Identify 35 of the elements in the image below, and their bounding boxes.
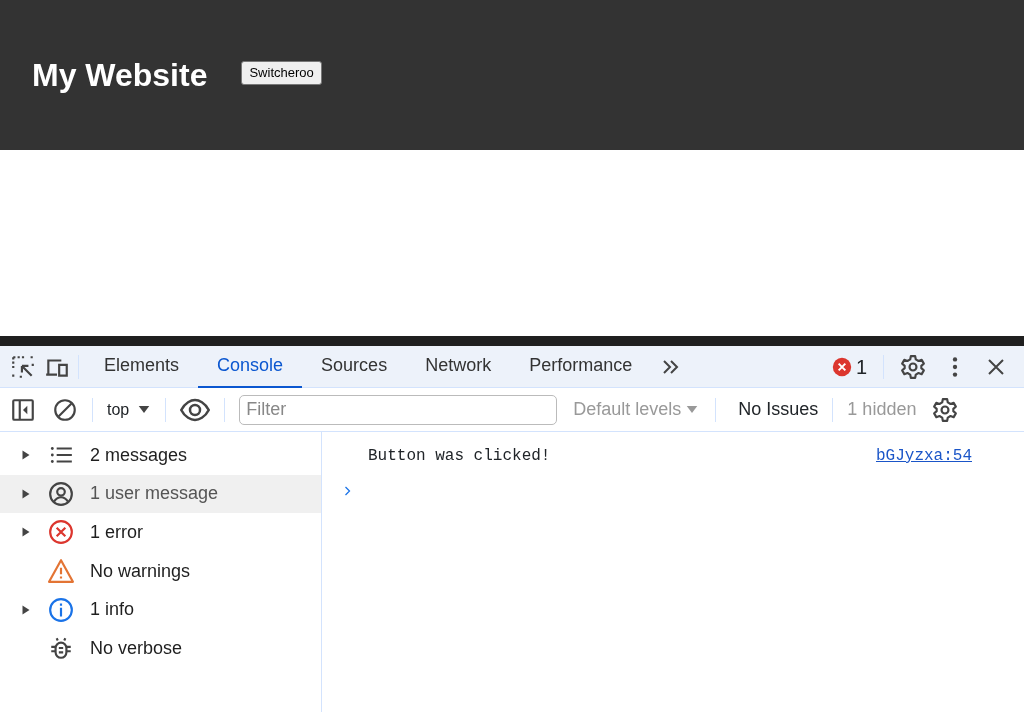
devtools-tab[interactable]: Network (406, 345, 511, 388)
switcheroo-button[interactable]: Switcheroo (241, 61, 322, 85)
sidebar-toggle-icon[interactable] (10, 396, 36, 423)
filter-field[interactable]: Filter (239, 394, 558, 425)
sidebar-item[interactable]: No warnings (0, 551, 321, 591)
devtools-tab[interactable]: Sources (302, 345, 407, 388)
hidden-count: 1 hidden (847, 398, 917, 421)
sidebar-item[interactable]: 1 error (0, 513, 321, 552)
issues-label: No Issues (738, 398, 819, 421)
expand-triangle-icon[interactable] (20, 526, 32, 539)
warning-icon (48, 558, 74, 585)
site-title: My Website (32, 55, 208, 95)
sidebar-item[interactable]: 1 user message (0, 474, 321, 514)
devtools-tab[interactable]: Elements (85, 345, 199, 388)
expand-triangle-icon[interactable] (20, 487, 32, 500)
source-link[interactable]: bGJyzxa:54 (876, 444, 972, 468)
sidebar-item[interactable]: 1 info (0, 590, 321, 629)
inspect-icon[interactable] (10, 353, 36, 380)
settings-icon[interactable] (900, 353, 926, 380)
sidebar-item[interactable]: No verbose (0, 628, 321, 668)
info-icon (48, 596, 74, 623)
console-message: Button was clicked! (368, 446, 551, 467)
clear-icon[interactable] (52, 396, 78, 423)
context-selector[interactable]: top (107, 397, 152, 422)
bug-icon (48, 635, 74, 662)
expand-triangle-icon[interactable] (20, 449, 32, 462)
settings-icon[interactable] (932, 396, 959, 423)
error-icon (831, 356, 852, 377)
devtools-tab[interactable]: Console (198, 345, 303, 388)
error-count: 1 (855, 354, 867, 380)
user-icon (48, 480, 74, 507)
sidebar-item[interactable]: 2 messages (0, 436, 321, 475)
error-icon (48, 519, 74, 546)
devtools-tab[interactable]: Performance (510, 345, 652, 388)
expand-triangle-icon[interactable] (20, 603, 32, 616)
